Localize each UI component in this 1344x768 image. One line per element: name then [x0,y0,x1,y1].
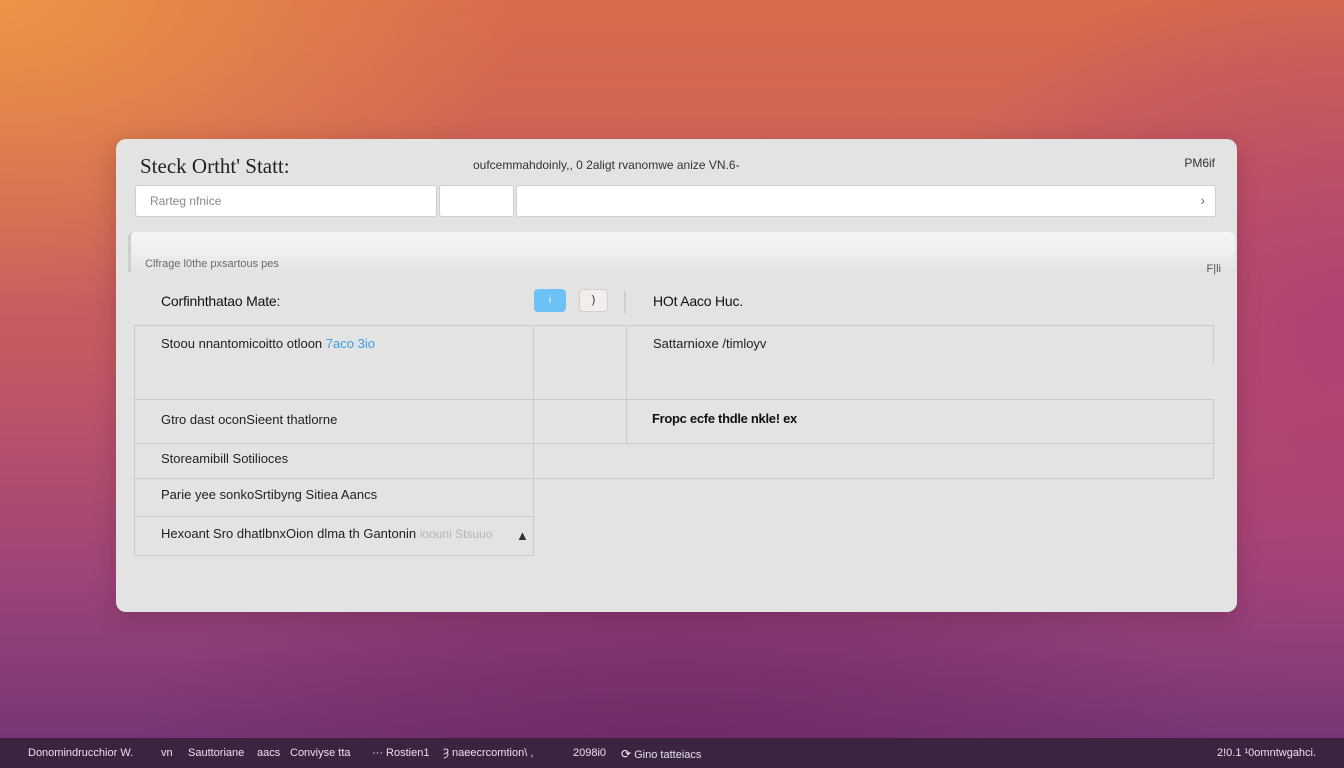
list-item[interactable]: Parie yee sonkoSrtibyng Sitiea Aancs [161,487,377,502]
toggle-off-button[interactable]: ) [579,289,608,312]
list-item-label: Hexoant Sro dhatlbnxOion dlma th Gantoni… [161,526,417,541]
list-item[interactable]: Hexoant Sro dhatlbnxOion dlma th Gantoni… [161,526,492,541]
refresh-icon: ⟳ [621,747,632,761]
toggle-on-button[interactable]: i [534,289,566,312]
table-cell [533,399,627,444]
window-corner-label[interactable]: PM6if [1184,156,1215,170]
band-menu-icon[interactable]: F|li [1207,263,1221,275]
window-subtitle: oufcemmahdoinly,, 0 2aligt rvanomwe aniz… [473,158,740,172]
table-row[interactable] [533,443,1214,479]
list-item-label: Stoou nnantomicoitto otloon [161,336,323,351]
main-window: Steck Ortht' Statt: oufcemmahdoinly,, 0 … [116,139,1237,612]
taskbar-item[interactable]: Conviyse tta [290,747,351,759]
list-item[interactable]: Storeamibill Sotilioces [161,451,288,466]
table-row[interactable] [134,365,534,400]
taskbar-item[interactable]: ⟳ Gino tatteiacs [621,747,701,761]
taskbar-item[interactable]: Sauttoriane [188,747,244,759]
pointer-cursor-icon: ▲ [516,528,529,543]
taskbar-clock[interactable]: 2!0.1 ¹0omntwgahci. [1217,747,1316,759]
search-input[interactable] [136,186,436,216]
header-band [128,232,1235,272]
list-item[interactable]: Fropc ecfe thdle nkle! ex [652,411,797,426]
taskbar-item[interactable]: aacs [257,747,280,759]
band-caption: Clfrage l0the pxsartous pes [145,258,279,270]
list-item-link[interactable]: 7aco 3io [326,336,375,351]
taskbar-item[interactable]: vn [161,747,173,759]
list-item[interactable]: Sattarnioxe /timloyv [653,336,766,351]
path-field[interactable]: › [516,185,1216,217]
taskbar-item[interactable]: ··· Rostien1 [372,747,429,759]
panel-divider [624,291,626,313]
window-title: Steck Ortht' Statt: [140,154,290,178]
filter-field[interactable] [439,185,514,217]
taskbar-item[interactable]: 2098i0 [573,747,606,759]
list-item[interactable]: Stoou nnantomicoitto otloon 7aco 3io [161,336,375,351]
list-item[interactable]: Gtro dast oconSieent thatlorne [161,412,337,427]
search-field[interactable] [135,185,437,217]
taskbar-item[interactable]: Donomindrucchior W. [28,747,133,759]
table-cell [533,325,627,366]
taskbar-item[interactable]: Ȝ naeecrcomtion\ , [443,747,533,759]
taskbar-item-label: Gino tatteiacs [634,749,702,761]
taskbar: Donomindrucchior W. vn Sauttoriane aacs … [0,738,1344,768]
table-cell [533,365,627,400]
table-row[interactable] [626,365,1214,400]
left-panel-title: Corfinhthatao Mate: [161,293,281,309]
right-panel-title: HOt Aaco Huc. [653,293,743,309]
chevron-right-icon[interactable]: › [1200,192,1205,208]
list-item-hint: ioouni Stsuuo [419,527,493,541]
